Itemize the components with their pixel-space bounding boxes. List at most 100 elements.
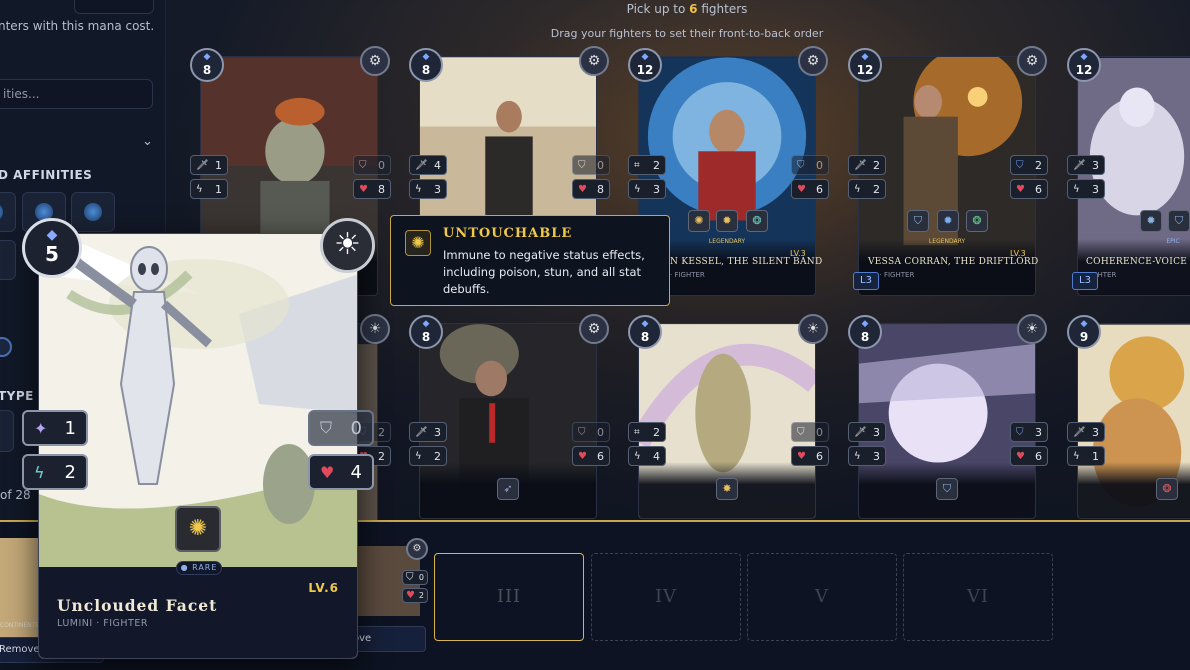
bolt-icon: ϟ [34,462,45,482]
shield-stat: ⛉ 0 [308,410,374,446]
speed-stat: ϟ3 [628,179,666,199]
affinities-heading: D AFFINITIES [0,168,93,182]
sparkle-icon: ✦ [34,418,48,438]
affinity-filter-1[interactable] [0,192,16,232]
mana-hint-text: nters with this mana cost. [0,19,155,33]
speed-stat: ϟ2 [22,454,88,490]
shield-icon: ⛉ [320,418,333,437]
roster-screen: nters with this mana cost. ities... ⌄ D … [0,0,1190,670]
sword-icon: 🗡 [854,159,867,171]
lineup-slot-6[interactable]: VI [903,553,1053,641]
rune-icon: ⌗ [634,426,640,438]
speed-stat: ϟ1 [1067,446,1105,466]
ability-icon[interactable]: ⛉ [1168,210,1190,232]
mana-badge: ◆ 8 [190,48,224,82]
result-count: of 28 [0,488,31,502]
sun-icon: ☀ [360,314,390,344]
affinity-search-input[interactable]: ities... [0,79,153,109]
heart-icon: ♥ [797,183,806,195]
ability-icon[interactable]: ✹ [1140,210,1162,232]
heart-icon: ♥ [406,590,415,601]
bolt-icon: ϟ [1073,183,1080,195]
affinity-gear-icon: ⚙ [1017,46,1047,76]
attack-stat: ⌗ 2 [628,422,666,442]
rune-icon: ⌗ [634,159,640,171]
tooltip-description: Immune to negative status effects, inclu… [443,248,645,296]
shield-icon: ⛉ [578,159,586,171]
drag-hint-text: Drag your fighters to set their front-to… [550,27,824,40]
fighter-name: VESSA CORRAN, THE DRIFTLORD [868,257,1039,267]
ability-icon[interactable]: ❂ [966,210,988,232]
shield-stat: ⛉ 0 [353,155,391,175]
shield-icon: ⛉ [1016,159,1024,171]
attack-stat: ✦ 1 [22,410,88,446]
shield-icon: ⛉ [797,159,805,171]
rarity-label: LEGENDARY [708,238,746,245]
ability-icon[interactable]: ✸ [716,478,738,500]
fighter-level: LV.6 [308,581,339,595]
attack-stat: ⌗ 2 [628,155,666,175]
rarity-label: EPIC [1166,238,1180,245]
type-heading: TYPE [0,389,34,403]
health-stat: ♥ 6 [1010,179,1048,199]
shield-icon: ⛉ [406,572,414,583]
health-stat: ♥ 8 [572,179,610,199]
affinity-gear-icon: ⚙ [406,538,428,560]
untouchable-ability-icon[interactable]: ✺ [175,506,221,552]
fighter-level: LV.3 [790,249,806,258]
health-stat: ♥ 8 [353,179,391,199]
chevron-down-icon[interactable]: ⌄ [142,134,153,149]
toggle-radio[interactable] [0,337,12,357]
ability-icon[interactable]: ✺ [688,210,710,232]
shield-stat: ⛉ 0 [572,422,610,442]
mana-badge: ◆ 8 [848,315,882,349]
ability-icon[interactable]: ✹ [716,210,738,232]
sword-icon: 🗡 [415,426,428,438]
ability-icon[interactable]: ⛉ [936,478,958,500]
health-stat: ♥2 [402,588,428,603]
ability-icon[interactable]: ❂ [1156,478,1178,500]
affinity-gear-icon: ⚙ [579,314,609,344]
sword-icon: 🗡 [196,159,209,171]
mana-badge: ◆ 12 [628,48,662,82]
tooltip-title: UNTOUCHABLE [443,226,573,241]
attack-stat: 🗡 3 [1067,422,1105,442]
affinity-filter-3[interactable] [71,192,115,232]
speed-stat: ϟ3 [848,446,886,466]
featured-fighter-card[interactable]: ✺ ● RARE LV.6 Unclouded Facet LUMINI · F… [38,233,358,659]
ability-icon[interactable]: ⛉ [907,210,929,232]
rarity-label: LEGENDARY [928,238,966,245]
featured-mana-badge: ◆ 5 [22,218,82,278]
affinity-gear-icon: ⚙ [798,46,828,76]
sword-icon: 🗡 [854,426,867,438]
ability-icon[interactable]: ➶ [497,478,519,500]
lineup-slot-4[interactable]: IV [591,553,741,641]
speed-stat: ϟ3 [1067,179,1105,199]
type-filter-1[interactable] [0,410,14,452]
sword-icon: 🗡 [1073,159,1086,171]
ability-icon[interactable]: ❂ [746,210,768,232]
ability-icon[interactable]: ✹ [937,210,959,232]
mana-cost-input[interactable] [74,0,154,14]
heart-icon: ♥ [797,450,806,462]
bolt-icon: ϟ [634,450,641,462]
bolt-icon: ϟ [854,450,861,462]
bolt-icon: ϟ [854,183,861,195]
sun-icon: ☀ [798,314,828,344]
fighter-name: COHERENCE-VOICE [1086,257,1188,267]
speed-stat: ϟ2 [409,446,447,466]
heart-icon: ♥ [1016,450,1025,462]
affinity-filter-4[interactable] [0,240,16,280]
attack-stat: 🗡 4 [409,155,447,175]
bolt-icon: ϟ [196,183,203,195]
speed-stat: ϟ4 [628,446,666,466]
mana-badge: ◆ 12 [1067,48,1101,82]
shield-stat: ⛉ 0 [791,422,829,442]
lineup-slot-5[interactable]: V [747,553,897,641]
speed-stat: ϟ2 [848,179,886,199]
fighter-type: LUMINI · FIGHTER [57,618,148,629]
heart-icon: ♥ [359,183,368,195]
heart-icon: ♥ [578,183,587,195]
sword-icon: 🗡 [1073,426,1086,438]
lineup-slot-3[interactable]: III [434,553,584,641]
